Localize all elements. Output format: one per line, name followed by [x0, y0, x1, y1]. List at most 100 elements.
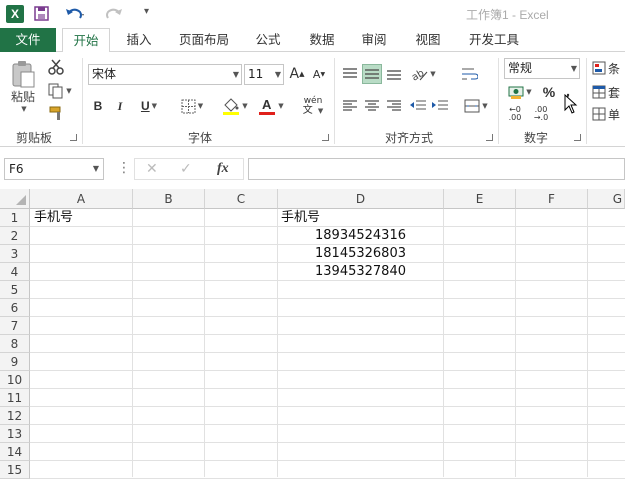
bold-button[interactable]: B	[90, 96, 106, 116]
decrease-decimal-button[interactable]: .00 →.0	[530, 104, 552, 124]
font-size-combo[interactable]: 11 ▼	[244, 64, 284, 85]
chevron-down-icon[interactable]: ▼	[275, 65, 281, 84]
row-header-12[interactable]: 12	[0, 407, 30, 425]
customize-toolbar-icon[interactable]: ▾	[144, 6, 149, 17]
align-right-icon	[387, 100, 401, 111]
number-format-combo[interactable]: 常规 ▼	[504, 58, 580, 79]
alignment-dialog-launcher[interactable]	[486, 134, 493, 141]
sheet-row	[30, 353, 625, 371]
align-bottom-button[interactable]	[384, 64, 404, 84]
column-header-c[interactable]: C	[205, 189, 278, 209]
decrease-indent-button[interactable]	[408, 96, 428, 116]
format-painter-button[interactable]	[46, 104, 66, 122]
tab-insert[interactable]: 插入	[116, 28, 162, 52]
row-header-13[interactable]: 13	[0, 425, 30, 443]
chevron-down-icon: ▼	[151, 102, 158, 110]
phonetic-guide-button[interactable]: wén 文 ▼	[296, 94, 330, 118]
cancel-icon[interactable]: ✕	[146, 161, 158, 177]
redo-icon[interactable]	[104, 5, 126, 23]
borders-button[interactable]: ▼	[176, 96, 208, 116]
cell-a1[interactable]: 手机号	[34, 209, 132, 227]
copy-button[interactable]: ▼	[46, 82, 74, 100]
sheet-row	[30, 299, 625, 317]
underline-button[interactable]: U ▼	[134, 96, 164, 116]
row-header-1[interactable]: 1	[0, 209, 30, 227]
accounting-format-button[interactable]: ▼	[504, 82, 536, 102]
formula-input[interactable]	[248, 158, 625, 180]
conditional-formatting-button[interactable]: 条	[592, 58, 625, 78]
wrap-text-button[interactable]	[460, 64, 480, 84]
tab-home[interactable]: 开始	[62, 28, 110, 53]
row-header-2[interactable]: 2	[0, 227, 30, 245]
paste-button[interactable]: 粘贴 ▼	[6, 58, 40, 114]
tab-page-layout[interactable]: 页面布局	[170, 28, 238, 52]
cell-styles-button[interactable]: 单	[592, 104, 625, 124]
cell-d2[interactable]: 18934524316	[278, 227, 406, 245]
sheet-row	[30, 443, 625, 461]
column-header-b[interactable]: B	[133, 189, 205, 209]
decrease-font-size-button[interactable]: A ▼	[310, 64, 328, 84]
row-header-5[interactable]: 5	[0, 281, 30, 299]
row-header-11[interactable]: 11	[0, 389, 30, 407]
row-header-6[interactable]: 6	[0, 299, 30, 317]
column-header-f[interactable]: F	[516, 189, 588, 209]
clipboard-dialog-launcher[interactable]	[70, 134, 77, 141]
row-header-10[interactable]: 10	[0, 371, 30, 389]
chevron-down-icon[interactable]: ▼	[233, 65, 239, 84]
tab-file[interactable]: 文件	[0, 28, 56, 52]
cell-d3[interactable]: 18145326803	[278, 245, 406, 263]
align-right-button[interactable]	[384, 96, 404, 116]
worksheet-grid[interactable]: A B C D E F G 1 2 3 4 5 6 7 8 9 10 11 12…	[0, 189, 625, 479]
save-icon[interactable]	[34, 6, 49, 21]
font-name-combo[interactable]: 宋体 ▼	[88, 64, 242, 85]
insert-function-button[interactable]: fx	[217, 161, 229, 177]
column-header-e[interactable]: E	[444, 189, 516, 209]
increase-font-size-button[interactable]: A ▲	[288, 64, 306, 84]
row-header-3[interactable]: 3	[0, 245, 30, 263]
increase-decimal-button[interactable]: ←0.00	[504, 104, 526, 124]
italic-button[interactable]: I	[112, 96, 128, 116]
fill-color-button[interactable]: ▼	[218, 96, 252, 116]
column-header-a[interactable]: A	[30, 189, 133, 209]
cell-d1[interactable]: 手机号	[281, 209, 443, 227]
cell-d4[interactable]: 13945327840	[278, 263, 406, 281]
more-options-icon[interactable]: ⋮	[117, 160, 131, 176]
format-as-table-button[interactable]: 套	[592, 82, 625, 102]
name-box[interactable]: F6 ▼	[4, 158, 104, 180]
chevron-down-icon: ▼	[66, 87, 72, 95]
row-header-4[interactable]: 4	[0, 263, 30, 281]
column-header-d[interactable]: D	[278, 189, 444, 209]
tab-review[interactable]: 审阅	[352, 28, 396, 52]
tab-developer[interactable]: 开发工具	[460, 28, 528, 52]
align-left-button[interactable]	[340, 96, 360, 116]
borders-icon	[181, 99, 196, 113]
tab-data[interactable]: 数据	[300, 28, 344, 52]
row-header-9[interactable]: 9	[0, 353, 30, 371]
chevron-down-icon[interactable]: ▼	[571, 59, 577, 78]
enter-icon[interactable]: ✓	[180, 161, 192, 177]
align-middle-button[interactable]	[362, 64, 382, 84]
font-color-button[interactable]: A ▼	[254, 96, 288, 116]
tab-view[interactable]: 视图	[406, 28, 450, 52]
font-dialog-launcher[interactable]	[322, 134, 329, 141]
percent-style-button[interactable]: %	[540, 82, 558, 102]
merge-center-button[interactable]: ▼	[460, 96, 492, 116]
cut-button[interactable]	[46, 58, 66, 76]
row-header-8[interactable]: 8	[0, 335, 30, 353]
sheet-row	[30, 335, 625, 353]
ribbon-home: 粘贴 ▼ ▼ 剪贴板 宋体 ▼ 11 ▼ A ▲ A ▼ B I U ▼ ▼ ▼ A…	[0, 52, 625, 147]
orientation-button[interactable]: ab ▼	[408, 64, 438, 84]
select-all-corner[interactable]	[0, 189, 30, 209]
column-header-g[interactable]: G	[588, 189, 625, 209]
row-header-14[interactable]: 14	[0, 443, 30, 461]
format-as-table-label: 套	[608, 85, 621, 100]
chevron-down-icon[interactable]: ▼	[93, 159, 99, 179]
align-top-button[interactable]	[340, 64, 360, 84]
row-header-15[interactable]: 15	[0, 461, 30, 479]
increase-indent-button[interactable]	[430, 96, 450, 116]
row-header-7[interactable]: 7	[0, 317, 30, 335]
undo-icon[interactable]	[64, 5, 86, 23]
number-dialog-launcher[interactable]	[574, 134, 581, 141]
tab-formulas[interactable]: 公式	[246, 28, 290, 52]
align-center-button[interactable]	[362, 96, 382, 116]
